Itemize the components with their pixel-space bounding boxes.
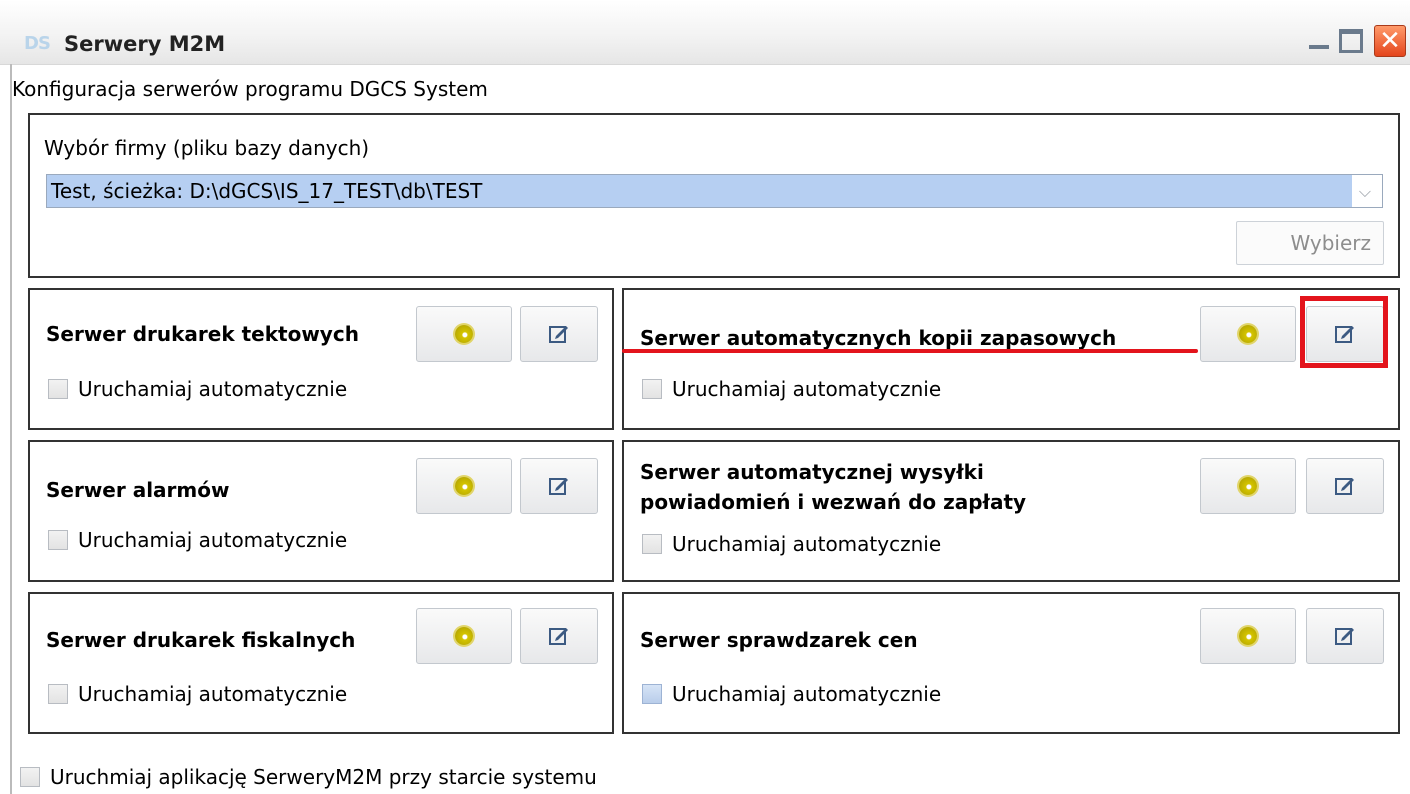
auto-start-checkbox[interactable]	[48, 379, 68, 399]
start-indicator-icon	[455, 627, 473, 645]
server-panel-backups: Serwer automatycznych kopii zapasowych U…	[622, 288, 1400, 430]
chevron-down-icon[interactable]: ⌵	[1352, 175, 1378, 207]
edit-icon	[1335, 628, 1354, 645]
server-panel-price-checkers: Serwer sprawdzarek cen Uruchamiaj automa…	[622, 592, 1400, 734]
auto-start-label: Uruchamiaj automatycznie	[672, 682, 942, 706]
edit-icon	[549, 478, 568, 495]
auto-start-row[interactable]: Uruchamiaj automatycznie	[642, 377, 941, 401]
startup-option-label: Uruchmiaj aplikację SerweryM2M przy star…	[50, 765, 597, 789]
close-button[interactable]: ✕	[1374, 25, 1406, 57]
edit-icon	[549, 326, 568, 343]
server-title-line1: Serwer automatycznej wysyłki	[640, 460, 984, 484]
server-panel-fiscal-printers: Serwer drukarek fiskalnych Uruchamiaj au…	[28, 592, 614, 734]
title-bar: DS Serwery M2M ✕	[0, 0, 1410, 65]
start-server-button[interactable]	[416, 608, 512, 664]
close-icon: ✕	[1379, 26, 1401, 56]
start-server-button[interactable]	[1200, 608, 1296, 664]
start-indicator-icon	[455, 325, 473, 343]
server-title-line2: powiadomień i wezwań do zapłaty	[640, 490, 1027, 514]
auto-start-row[interactable]: Uruchamiaj automatycznie	[642, 682, 941, 706]
server-panel-alarms: Serwer alarmów Uruchamiaj automatycznie	[28, 440, 614, 582]
maximize-button[interactable]	[1336, 26, 1366, 56]
start-server-button[interactable]	[1200, 306, 1296, 362]
auto-start-row[interactable]: Uruchamiaj automatycznie	[48, 682, 347, 706]
window-title: Serwery M2M	[64, 32, 226, 56]
server-title: Serwer alarmów	[46, 478, 230, 502]
startup-checkbox[interactable]	[20, 767, 40, 787]
start-indicator-icon	[1239, 477, 1257, 495]
server-panel-text-printers: Serwer drukarek tektowych Uruchamiaj aut…	[28, 288, 614, 430]
firm-selection-label: Wybór firmy (pliku bazy danych)	[44, 136, 370, 160]
edit-icon	[1335, 478, 1354, 495]
auto-start-row[interactable]: Uruchamiaj automatycznie	[48, 528, 347, 552]
start-server-button[interactable]	[416, 306, 512, 362]
start-indicator-icon	[455, 477, 473, 495]
start-server-button[interactable]	[1200, 458, 1296, 514]
window-border	[10, 64, 12, 794]
start-server-button[interactable]	[416, 458, 512, 514]
edit-server-button[interactable]	[1306, 458, 1384, 514]
auto-start-label: Uruchamiaj automatycznie	[78, 528, 348, 552]
auto-start-checkbox[interactable]	[48, 530, 68, 550]
edit-icon	[549, 628, 568, 645]
choose-firm-button[interactable]: Wybierz	[1236, 221, 1384, 265]
auto-start-label: Uruchamiaj automatycznie	[672, 532, 942, 556]
server-title: Serwer drukarek tektowych	[46, 322, 359, 346]
edit-server-button[interactable]	[520, 608, 598, 664]
annotation-highlight-box	[1300, 296, 1388, 368]
edit-server-button[interactable]	[520, 306, 598, 362]
auto-start-label: Uruchamiaj automatycznie	[672, 377, 942, 401]
firm-select-dropdown[interactable]: Test, ścieżka: D:\dGCS\IS_17_TEST\db\TES…	[46, 174, 1383, 208]
auto-start-row[interactable]: Uruchamiaj automatycznie	[642, 532, 941, 556]
firm-selection-group: Wybór firmy (pliku bazy danych) Test, śc…	[28, 113, 1400, 278]
start-indicator-icon	[1239, 627, 1257, 645]
auto-start-label: Uruchamiaj automatycznie	[78, 682, 348, 706]
minimize-button[interactable]	[1304, 26, 1334, 56]
edit-server-button[interactable]	[1306, 608, 1384, 664]
auto-start-row[interactable]: Uruchamiaj automatycznie	[48, 377, 347, 401]
edit-server-button[interactable]	[520, 458, 598, 514]
firm-select-value: Test, ścieżka: D:\dGCS\IS_17_TEST\db\TES…	[47, 175, 1352, 207]
server-title: Serwer automatycznych kopii zapasowych	[640, 326, 1117, 350]
server-title: Serwer sprawdzarek cen	[640, 628, 918, 652]
server-panel-notifications: Serwer automatycznej wysyłki powiadomień…	[622, 440, 1400, 582]
start-indicator-icon	[1239, 325, 1257, 343]
auto-start-label: Uruchamiaj automatycznie	[78, 377, 348, 401]
auto-start-checkbox[interactable]	[642, 684, 662, 704]
startup-option-row[interactable]: Uruchmiaj aplikację SerweryM2M przy star…	[20, 764, 597, 790]
auto-start-checkbox[interactable]	[642, 534, 662, 554]
annotation-underline	[622, 349, 1198, 353]
server-title: Serwer drukarek fiskalnych	[46, 628, 356, 652]
app-logo-icon: DS	[24, 33, 51, 54]
auto-start-checkbox[interactable]	[642, 379, 662, 399]
auto-start-checkbox[interactable]	[48, 684, 68, 704]
window-subtitle: Konfiguracja serwerów programu DGCS Syst…	[12, 77, 488, 101]
